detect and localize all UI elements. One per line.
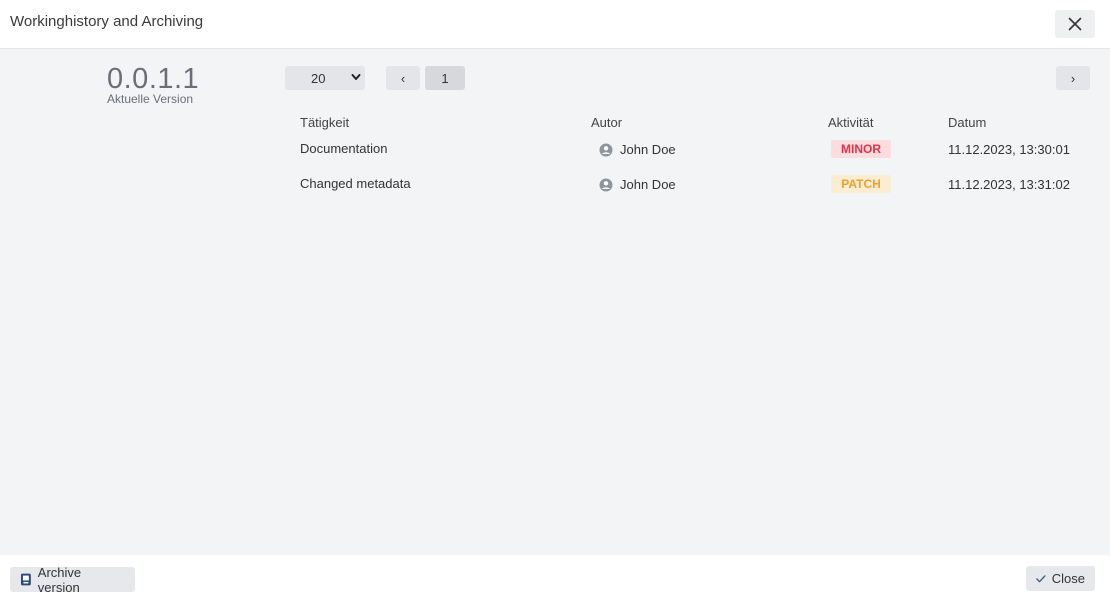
version-label: Aktuelle Version [107,92,194,106]
row-2-date: 11.12.2023, 13:31:02 [948,177,1070,192]
column-header-type: Aktivität [828,115,874,130]
page-1-button[interactable]: 1 [425,66,465,90]
chevron-down-icon [351,74,361,80]
author-name: John Doe [620,177,676,192]
archiving-dialog: Workinghistory and Archiving 0.0.1.1 Akt… [0,0,1110,601]
next-page-button[interactable]: › [1056,66,1090,90]
user-avatar-icon [599,178,613,191]
dialog-header: Workinghistory and Archiving [0,0,1110,49]
close-dialog-button[interactable] [1055,10,1095,38]
row-2-activity: Changed metadata [300,176,411,191]
column-header-author: Autor [591,115,623,130]
version-number: 0.0.1.1 [107,63,200,95]
row-1-author: John Doe [599,142,676,157]
row-2-author: John Doe [599,177,676,192]
page-size-select[interactable]: 20 [285,66,365,90]
dialog-body: 0.0.1.1 Aktuelle Version 20 ‹ 1 › Tätigk… [0,49,1110,555]
archive-version-button[interactable]: Archive version [10,564,135,595]
close-icon [1068,17,1082,31]
archive-version-label: Archive version [37,564,82,595]
column-header-date: Datum [948,115,987,130]
row-1-activity: Documentation [300,141,388,156]
column-header-activity: Tätigkeit [300,115,350,130]
row-1-date: 11.12.2023, 13:30:01 [948,142,1070,157]
dialog-footer: Archive version Close [0,555,1110,601]
previous-page-button[interactable]: ‹ [386,66,420,90]
user-avatar-icon [599,143,613,156]
page-size-value: 20 [311,71,326,86]
chevron-right-icon: › [1070,70,1076,86]
row-2-type-badge: PATCH [831,175,891,193]
chevron-left-icon: ‹ [400,70,406,86]
author-name: John Doe [620,142,676,157]
dialog-title: Workinghistory and Archiving [10,13,204,30]
close-label: Close [1051,571,1085,586]
page-number: 1 [441,70,449,86]
close-button[interactable]: Close [1026,566,1095,591]
archive-icon [20,573,31,586]
row-1-type-badge: MINOR [831,140,891,158]
check-icon [1036,574,1046,582]
current-version: 0.0.1.1 Aktuelle Version [107,63,227,105]
